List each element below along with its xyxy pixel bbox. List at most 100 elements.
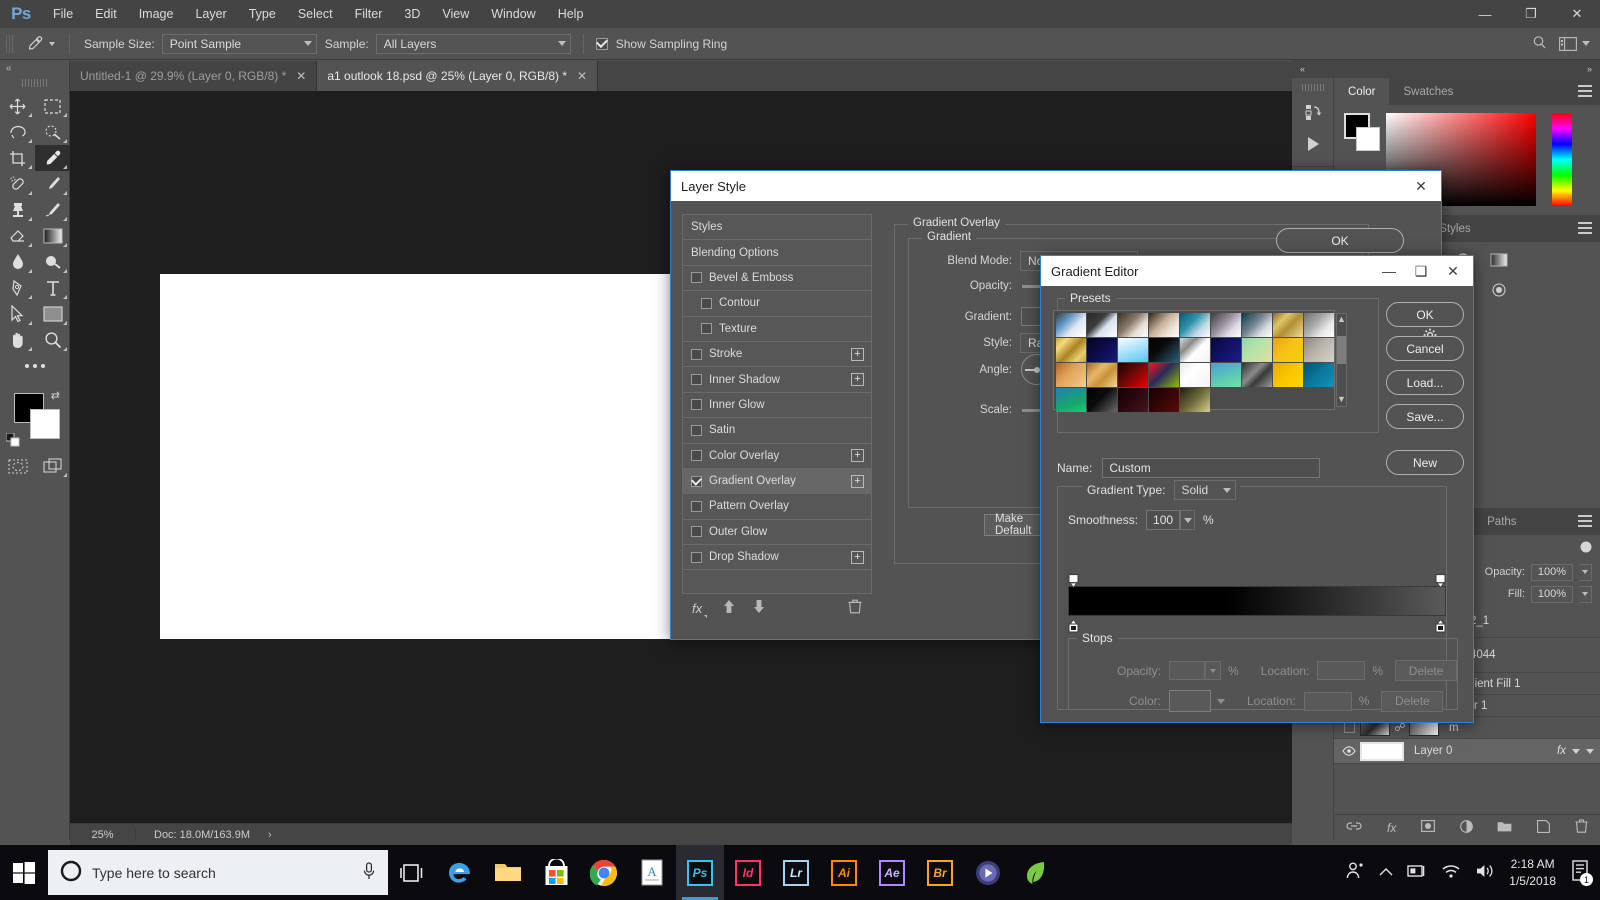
gradient-preset-swatch[interactable] [1056,313,1086,337]
default-colors-icon[interactable] [6,433,20,447]
menu-view[interactable]: View [431,0,480,28]
close-icon[interactable]: ✕ [1405,171,1437,201]
layers-panel-menu-icon[interactable] [1578,515,1592,530]
sample-size-select[interactable]: Point Sample [162,34,317,54]
gradient-preset-swatch[interactable] [1242,363,1272,387]
microphone-icon[interactable] [362,862,376,883]
make-default-button[interactable]: Make Default [984,514,1048,536]
style-checkbox[interactable] [691,399,702,410]
opacity-value[interactable]: 100% [1531,564,1573,581]
gradient-preset-swatch[interactable] [1273,363,1303,387]
gradient-preset-swatch[interactable] [1056,388,1086,412]
people-icon[interactable] [1345,861,1365,884]
style-checkbox[interactable] [701,298,712,309]
eyedropper-tool-icon[interactable] [35,145,70,171]
volume-icon[interactable] [1475,863,1495,882]
fill-value[interactable]: 100% [1531,586,1573,603]
style-checkbox[interactable] [701,323,712,334]
crop-tool-icon[interactable] [0,145,35,171]
document-tab-a1-outlook[interactable]: a1 outlook 18.psd @ 25% (Layer 0, RGB/8)… [317,61,598,91]
scroll-up-icon[interactable]: ▲ [1337,314,1346,324]
gradient-preset-swatch[interactable] [1087,388,1117,412]
lightroom-icon[interactable]: Lr [772,845,820,900]
notifications-icon[interactable]: 1 [1570,860,1590,885]
gradient-bar-editor[interactable] [1068,574,1446,632]
tool-preset-chevron-down-icon[interactable] [49,42,55,46]
microsoft-store-icon[interactable] [532,845,580,900]
gradient-preset-swatch[interactable] [1118,388,1148,412]
menu-help[interactable]: Help [547,0,595,28]
start-button-icon[interactable] [0,845,48,900]
foreground-background-colors[interactable]: ⇄ [0,387,70,453]
gradient-editor-load-button[interactable]: Load... [1386,370,1464,395]
gradient-preset-swatch[interactable] [1211,313,1241,337]
gradient-editor-ok-button[interactable]: OK [1386,302,1464,327]
gradient-preset-swatch[interactable] [1242,338,1272,362]
style-checkbox[interactable] [691,425,702,436]
reader-icon[interactable]: A [628,845,676,900]
photo-filter-icon[interactable] [1488,280,1510,300]
lasso-tool-icon[interactable] [0,119,35,145]
delete-layer-icon[interactable] [1575,819,1588,836]
maximize-icon[interactable]: ❑ [1405,256,1437,286]
gradient-preset-swatch[interactable] [1087,338,1117,362]
gradient-preset-swatch[interactable] [1149,338,1179,362]
rectangular-marquee-tool-icon[interactable] [35,93,70,119]
blur-tool-icon[interactable] [0,249,35,275]
show-sampling-ring-checkbox[interactable] [596,38,608,50]
gradient-preset-swatch[interactable] [1149,363,1179,387]
document-tab-untitled[interactable]: Untitled-1 @ 29.9% (Layer 0, RGB/8) * ✕ [70,61,317,91]
layer-thumbnail[interactable] [1360,742,1404,761]
search-icon[interactable] [1532,35,1547,53]
action-center-icon[interactable] [1407,863,1427,882]
indesign-icon[interactable]: Id [724,845,772,900]
style-checkbox[interactable] [691,272,702,283]
style-checkbox[interactable] [691,349,702,360]
edit-toolbar-ellipsis-icon[interactable] [0,353,70,379]
style-item-outer-glow[interactable]: Outer Glow [683,520,871,545]
fx-icon[interactable]: fx [692,601,702,616]
restore-icon[interactable]: ❐ [1508,0,1554,28]
photoshop-icon[interactable]: Ps [676,845,724,900]
layer-visibility-toggle[interactable] [1338,746,1360,756]
style-item-stroke[interactable]: Stroke + [683,342,871,367]
opacity-chevron-down-icon[interactable] [1579,564,1592,581]
gradient-editor-title-bar[interactable]: Gradient Editor — ❑ ✕ [1041,256,1473,286]
add-effect-plus-icon[interactable]: + [851,348,864,361]
gradient-preset-swatch[interactable] [1149,388,1179,412]
gradient-preset-swatch[interactable] [1304,363,1334,387]
move-up-icon[interactable] [722,599,736,617]
menu-edit[interactable]: Edit [84,0,128,28]
style-checkbox[interactable] [691,552,702,563]
trash-icon[interactable] [848,599,862,617]
gradient-preset-swatch[interactable] [1118,363,1148,387]
new-layer-icon[interactable] [1537,820,1550,836]
layer-expand-chevron-icon[interactable] [1586,745,1600,757]
tab-paths[interactable]: Paths [1473,508,1530,535]
gradient-preset-swatch[interactable] [1180,388,1210,412]
presets-scrollbar[interactable]: ▲ ▼ [1336,313,1347,407]
filter-toggle-switch[interactable] [1574,540,1592,557]
move-tool-icon[interactable] [0,93,35,119]
style-checkbox[interactable] [691,374,702,385]
sample-select[interactable]: All Layers [376,34,571,54]
layer-style-title-bar[interactable]: Layer Style ✕ [671,171,1441,201]
gradient-preview-bar[interactable] [1068,586,1446,616]
style-item-inner-glow[interactable]: Inner Glow [683,393,871,418]
gradient-preset-swatch[interactable] [1056,363,1086,387]
gradient-preset-swatch[interactable] [1118,313,1148,337]
style-item-color-overlay[interactable]: Color Overlay + [683,444,871,469]
gradient-editor-dialog[interactable]: Gradient Editor — ❑ ✕ Presets ▲ ▼ [1040,255,1474,723]
clone-stamp-tool-icon[interactable] [0,197,35,223]
gradient-preset-swatch[interactable] [1118,338,1148,362]
task-view-icon[interactable] [388,845,436,900]
illustrator-icon[interactable]: Ai [820,845,868,900]
minimize-icon[interactable]: — [1462,0,1508,28]
move-down-icon[interactable] [752,599,766,617]
gradient-preset-swatch[interactable] [1180,313,1210,337]
close-tab-icon[interactable]: ✕ [296,69,306,83]
close-icon[interactable]: ✕ [1437,256,1469,286]
style-item-bevel-emboss[interactable]: Bevel & Emboss [683,266,871,291]
gradient-preset-swatch[interactable] [1304,313,1334,337]
actions-panel-icon[interactable] [1292,128,1333,160]
